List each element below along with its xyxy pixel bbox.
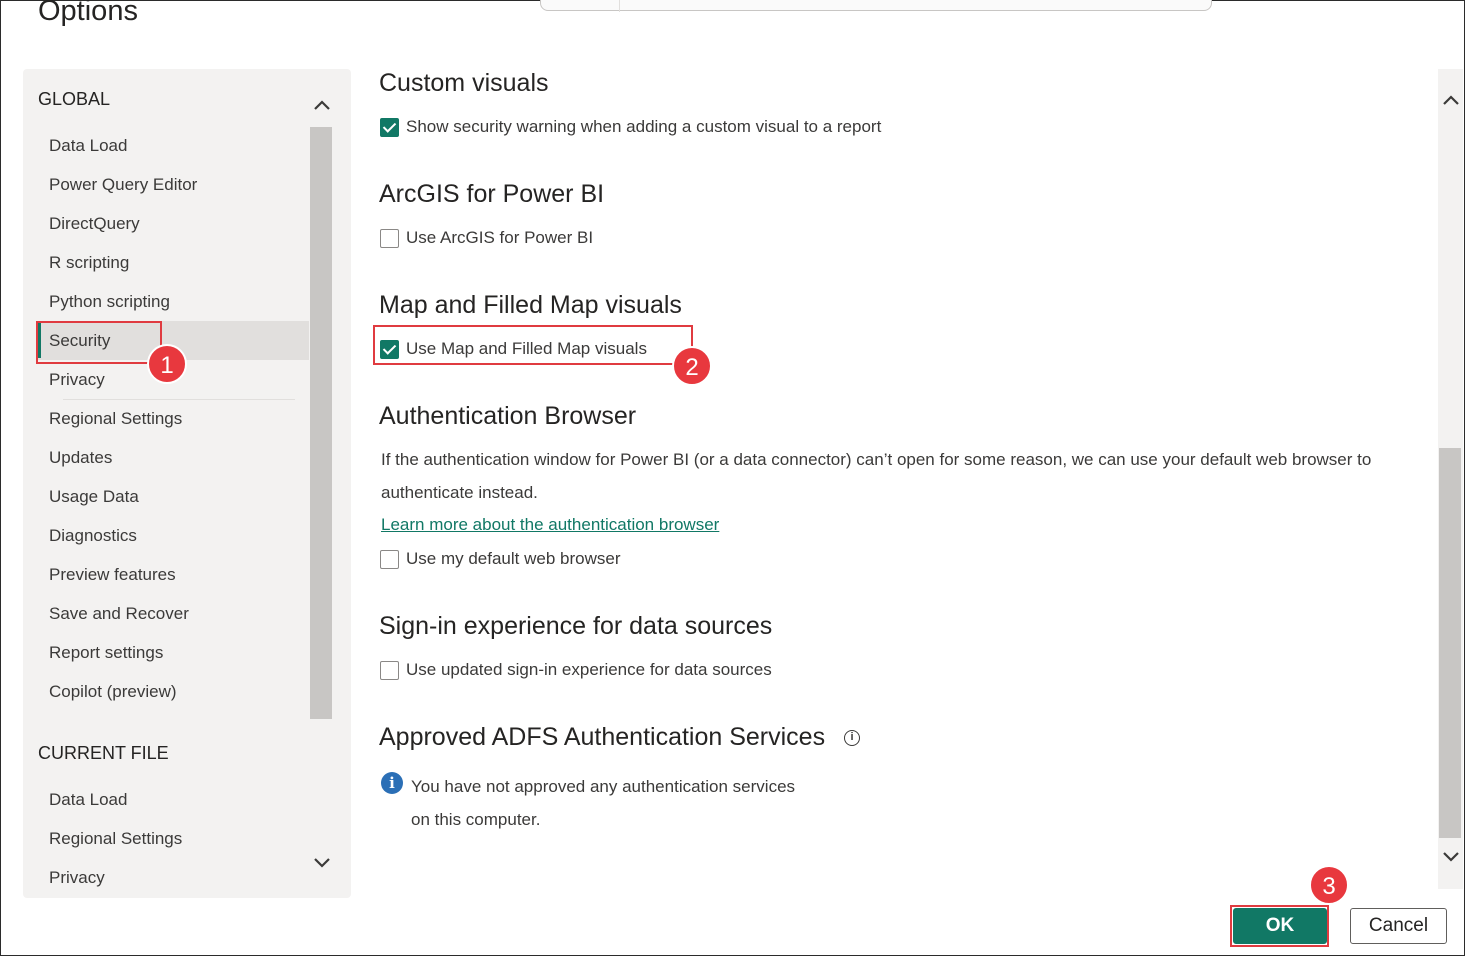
default-browser-option[interactable]: Use my default web browser bbox=[379, 547, 620, 571]
sidebar-item-updates[interactable]: Updates bbox=[37, 438, 309, 477]
step-badge-3: 3 bbox=[1309, 865, 1349, 905]
step-badge-1: 1 bbox=[147, 344, 187, 384]
signin-checkbox[interactable] bbox=[380, 660, 399, 680]
cancel-button[interactable]: Cancel bbox=[1350, 908, 1447, 944]
signin-option[interactable]: Use updated sign-in experience for data … bbox=[379, 658, 772, 682]
adfs-empty-message: You have not approved any authentication… bbox=[411, 777, 796, 829]
sidebar-item-copilot-preview[interactable]: Copilot (preview) bbox=[37, 672, 309, 711]
adfs-heading: Approved ADFS Authentication Services i bbox=[379, 723, 861, 752]
signin-heading: Sign-in experience for data sources bbox=[379, 612, 773, 640]
sidebar-item-data-load[interactable]: Data Load bbox=[37, 126, 309, 165]
sidebar-item-preview-features[interactable]: Preview features bbox=[37, 555, 309, 594]
sidebar-item-save-and-recover[interactable]: Save and Recover bbox=[37, 594, 309, 633]
info-circle-icon[interactable]: i bbox=[844, 730, 861, 747]
security-settings-panel: Custom visuals Show security warning whe… bbox=[379, 69, 1429, 899]
sidebar-item-report-settings[interactable]: Report settings bbox=[37, 633, 309, 672]
highlight-ok bbox=[1230, 905, 1329, 947]
scroll-down-icon[interactable] bbox=[1438, 846, 1463, 872]
current-file-heading: CURRENT FILE bbox=[38, 743, 169, 763]
info-filled-icon: i bbox=[381, 772, 403, 794]
top-search-box[interactable] bbox=[540, 0, 1212, 12]
sidebar-item-power-query-editor[interactable]: Power Query Editor bbox=[37, 165, 309, 204]
sidebar-item-usage-data[interactable]: Usage Data bbox=[37, 477, 309, 516]
map-visuals-heading: Map and Filled Map visuals bbox=[379, 291, 682, 319]
sidebar-item-current-privacy[interactable]: Privacy bbox=[37, 858, 309, 897]
highlight-security bbox=[36, 321, 162, 364]
options-sidebar: GLOBAL Data Load Power Query Editor Dire… bbox=[23, 69, 351, 898]
chevron-down-icon[interactable] bbox=[311, 852, 333, 876]
highlight-map-visuals bbox=[373, 325, 693, 365]
options-dialog: Options GLOBAL Data Load Power Query Edi… bbox=[0, 0, 1465, 956]
custom-visuals-checkbox[interactable] bbox=[380, 117, 399, 137]
arcgis-checkbox[interactable] bbox=[380, 228, 399, 248]
custom-visuals-heading: Custom visuals bbox=[379, 69, 549, 97]
arcgis-heading: ArcGIS for Power BI bbox=[379, 180, 605, 208]
auth-browser-heading: Authentication Browser bbox=[379, 402, 637, 430]
chevron-up-icon[interactable] bbox=[311, 96, 333, 120]
custom-visuals-option[interactable]: Show security warning when adding a cust… bbox=[379, 115, 881, 139]
sidebar-scrollbar-thumb[interactable] bbox=[310, 127, 332, 719]
arcgis-option[interactable]: Use ArcGIS for Power BI bbox=[379, 226, 593, 250]
sidebar-item-python-scripting[interactable]: Python scripting bbox=[37, 282, 309, 321]
sidebar-item-regional-settings[interactable]: Regional Settings bbox=[37, 399, 309, 438]
content-scrollbar-thumb[interactable] bbox=[1439, 448, 1461, 838]
global-heading: GLOBAL bbox=[38, 89, 111, 109]
sidebar-item-directquery[interactable]: DirectQuery bbox=[37, 204, 309, 243]
dialog-title: Options bbox=[38, 0, 138, 27]
sidebar-item-current-regional-settings[interactable]: Regional Settings bbox=[37, 819, 309, 858]
sidebar-item-diagnostics[interactable]: Diagnostics bbox=[37, 516, 309, 555]
step-badge-2: 2 bbox=[672, 346, 712, 386]
auth-browser-description: If the authentication window for Power B… bbox=[381, 450, 1372, 502]
auth-browser-learn-more-link[interactable]: Learn more about the authentication brow… bbox=[381, 515, 719, 535]
scroll-up-icon[interactable] bbox=[1438, 91, 1463, 117]
sidebar-item-r-scripting[interactable]: R scripting bbox=[37, 243, 309, 282]
sidebar-item-current-data-load[interactable]: Data Load bbox=[37, 780, 309, 819]
default-browser-checkbox[interactable] bbox=[380, 549, 399, 569]
